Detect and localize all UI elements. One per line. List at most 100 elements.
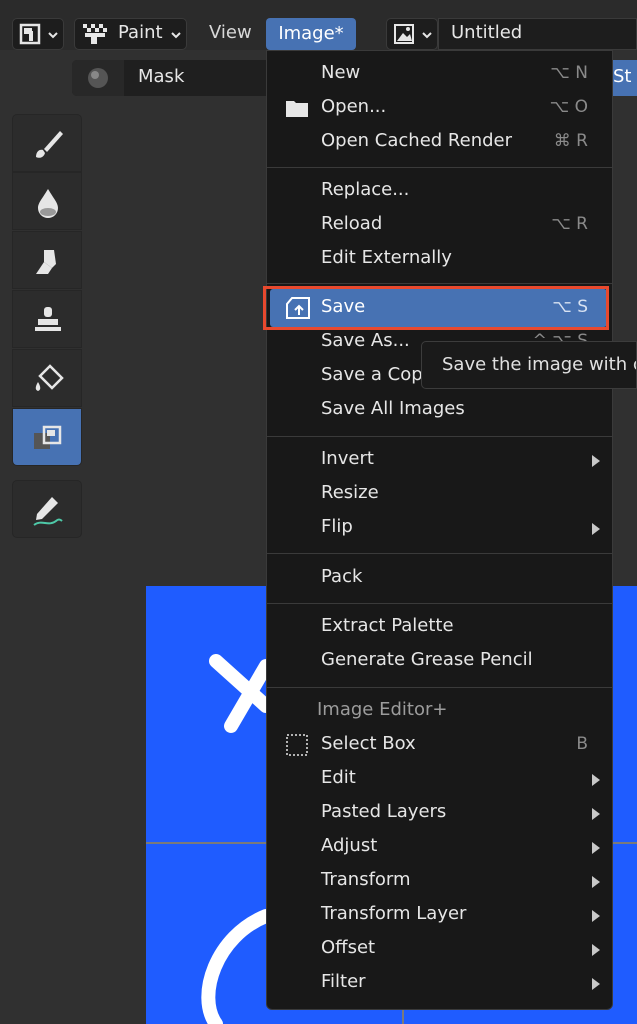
submenu-arrow-icon xyxy=(592,455,600,467)
menu-item-label: Reload xyxy=(321,213,383,234)
menu-item-label: Open Cached Render xyxy=(321,130,513,151)
menu-item-label: Save a Copy xyxy=(321,364,434,385)
menu-separator xyxy=(267,603,612,604)
menu-item-new[interactable]: New ⌥ N xyxy=(267,57,612,91)
menu-item-extract-palette[interactable]: Extract Palette xyxy=(267,610,612,644)
menu-item-filter[interactable]: Filter xyxy=(267,966,612,1000)
menu-item-replace[interactable]: Replace... xyxy=(267,174,612,208)
menu-item-save-all-images[interactable]: Save All Images xyxy=(267,393,612,427)
submenu-arrow-icon xyxy=(592,910,600,922)
menu-item-resize[interactable]: Resize xyxy=(267,477,612,511)
shortcut-label: ⌘ R xyxy=(553,131,588,151)
mask-label: Mask xyxy=(138,66,185,87)
menu-separator xyxy=(267,687,612,688)
annotate-icon xyxy=(33,497,63,526)
menu-item-reload[interactable]: Reload ⌥ R xyxy=(267,208,612,242)
menu-item-label: Generate Grease Pencil xyxy=(321,649,533,670)
menu-item-label: Filter xyxy=(321,971,366,992)
menu-item-pack[interactable]: Pack xyxy=(267,561,612,595)
menu-item-invert[interactable]: Invert xyxy=(267,443,612,477)
image-menu: New ⌥ N Open... ⌥ O Open Cached Render ⌘… xyxy=(266,50,613,1010)
submenu-arrow-icon xyxy=(592,774,600,786)
submenu-arrow-icon xyxy=(592,842,600,854)
image-editor-icon xyxy=(19,23,41,45)
menu-item-edit-externally[interactable]: Edit Externally xyxy=(267,242,612,276)
menu-item-label: Save As... xyxy=(321,330,410,351)
menu-separator xyxy=(267,553,612,554)
tool-blur[interactable] xyxy=(12,172,82,230)
mode-label: Paint xyxy=(118,22,163,43)
menu-item-label: Flip xyxy=(321,516,353,537)
clone-stamp-icon xyxy=(35,307,61,331)
editor-type-button[interactable] xyxy=(12,18,64,50)
right-panel-label: St xyxy=(613,66,632,87)
menu-item-pasted-layers[interactable]: Pasted Layers xyxy=(267,796,612,830)
image-browse-button[interactable] xyxy=(386,18,438,50)
menu-separator xyxy=(267,436,612,437)
menu-item-label: Transform Layer xyxy=(321,903,467,924)
submenu-arrow-icon xyxy=(592,523,600,535)
menu-separator xyxy=(267,167,612,168)
menu-item-flip[interactable]: Flip xyxy=(267,511,612,545)
tool-mask[interactable] xyxy=(12,408,82,466)
save-tooltip: Save the image with c xyxy=(421,341,637,389)
smear-icon xyxy=(36,250,56,274)
tool-annotate[interactable] xyxy=(12,480,82,538)
tool-smear[interactable] xyxy=(12,231,82,289)
image-icon xyxy=(394,24,414,44)
shortcut-label: ⌥ O xyxy=(549,97,588,117)
shortcut-label: B xyxy=(576,734,588,754)
brush-icon xyxy=(36,131,63,158)
menu-item-label: Edit xyxy=(321,767,356,788)
menu-item-adjust[interactable]: Adjust xyxy=(267,830,612,864)
menu-item-label: Invert xyxy=(321,448,374,469)
menu-image[interactable]: Image* xyxy=(266,18,356,50)
tool-clone[interactable] xyxy=(12,290,82,348)
submenu-arrow-icon xyxy=(592,876,600,888)
chevron-down-icon xyxy=(422,32,432,39)
mask-toggle[interactable] xyxy=(72,60,124,96)
menu-item-label: Replace... xyxy=(321,179,410,200)
menu-item-generate-grease-pencil[interactable]: Generate Grease Pencil xyxy=(267,644,612,678)
menu-item-label: Adjust xyxy=(321,835,378,856)
menu-item-transform[interactable]: Transform xyxy=(267,864,612,898)
select-box-icon xyxy=(286,734,308,756)
shortcut-label: ⌥ R xyxy=(551,214,588,234)
menu-item-label: Pack xyxy=(321,566,363,587)
menu-item-offset[interactable]: Offset xyxy=(267,932,612,966)
menu-item-edit[interactable]: Edit xyxy=(267,762,612,796)
submenu-arrow-icon xyxy=(592,808,600,820)
shortcut-label: ⌥ N xyxy=(550,63,588,83)
mask-tool-icon xyxy=(34,425,62,449)
menu-separator xyxy=(267,283,612,284)
fill-bucket-icon xyxy=(35,364,64,391)
menu-item-label: Pasted Layers xyxy=(321,801,447,822)
save-annotation-box xyxy=(263,286,609,330)
tool-fill[interactable] xyxy=(12,349,82,407)
menu-item-select-box[interactable]: Select Box B xyxy=(267,728,612,762)
menu-item-label: Select Box xyxy=(321,733,416,754)
header-bar: Paint View Image* Untitled xyxy=(0,0,637,50)
paint-mode-icon xyxy=(83,24,107,44)
image-name: Untitled xyxy=(451,22,523,43)
menu-item-label: New xyxy=(321,62,361,83)
mode-dropdown[interactable]: Paint xyxy=(74,18,187,50)
tooltip-text: Save the image with c xyxy=(442,354,637,375)
menu-item-label: Transform xyxy=(321,869,411,890)
mask-sphere-icon xyxy=(88,68,108,88)
menu-item-label: Open... xyxy=(321,96,387,117)
submenu-arrow-icon xyxy=(592,944,600,956)
chevron-down-icon xyxy=(171,32,181,39)
menu-section-header: Image Editor+ xyxy=(317,699,448,720)
menu-item-label: Offset xyxy=(321,937,376,958)
menu-item-label: Extract Palette xyxy=(321,615,454,636)
tool-brush[interactable] xyxy=(12,114,82,172)
image-name-field[interactable]: Untitled xyxy=(438,18,637,50)
menu-item-label: Save All Images xyxy=(321,398,465,419)
menu-item-transform-layer[interactable]: Transform Layer xyxy=(267,898,612,932)
menu-item-label: Resize xyxy=(321,482,379,503)
blur-icon xyxy=(38,189,58,218)
menu-item-open-cached-render[interactable]: Open Cached Render ⌘ R xyxy=(267,125,612,159)
menu-item-open[interactable]: Open... ⌥ O xyxy=(267,91,612,125)
menu-view[interactable]: View xyxy=(209,22,252,43)
